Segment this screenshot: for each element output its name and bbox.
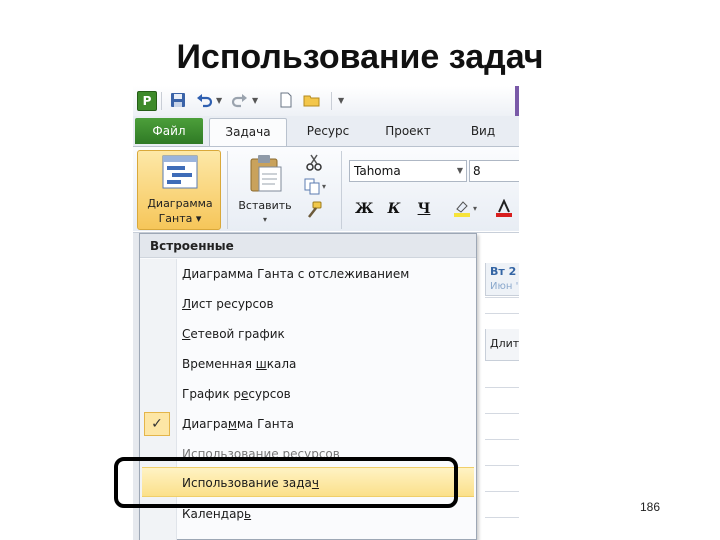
menu-section-header: Встроенные xyxy=(140,234,476,258)
font-color-icon[interactable] xyxy=(495,199,513,217)
grid-line xyxy=(485,297,519,298)
project-app-icon[interactable]: P xyxy=(137,91,157,111)
highlight-color-icon[interactable] xyxy=(453,199,471,217)
font-name-field[interactable]: Tahoma xyxy=(349,160,467,182)
open-folder-icon[interactable] xyxy=(303,91,321,109)
window-accent xyxy=(515,86,519,118)
menu-item-resource-sheet[interactable]: Лист ресурсов xyxy=(140,289,476,319)
gantt-chart-button[interactable]: Диаграмма Ганта ▾ xyxy=(137,150,221,230)
undo-icon[interactable] xyxy=(195,91,213,109)
highlight-frame xyxy=(114,457,458,508)
format-painter-icon[interactable] xyxy=(305,201,323,219)
grid-line xyxy=(485,517,519,518)
undo-dropdown-icon[interactable]: ▼ xyxy=(216,96,222,105)
tab-resource[interactable]: Ресурс xyxy=(293,118,363,145)
paste-icon[interactable] xyxy=(245,153,285,193)
bold-button[interactable]: Ж xyxy=(355,199,373,219)
paste-label[interactable]: Вставить xyxy=(229,199,301,212)
timescale: Вт 2 Июн ' xyxy=(485,263,519,296)
menu-item-resource-graph[interactable]: График ресурсов xyxy=(140,379,476,409)
font-name-dropdown-icon[interactable]: ▼ xyxy=(453,160,467,182)
ribbon-group-divider xyxy=(227,151,228,229)
menu-item-tracking-gantt[interactable]: Диаграмма Ганта с отслеживанием xyxy=(140,259,476,289)
italic-button[interactable]: К xyxy=(385,199,403,219)
duration-column-header[interactable]: Длит xyxy=(485,329,519,361)
redo-icon[interactable] xyxy=(231,91,249,109)
new-document-icon[interactable] xyxy=(277,91,295,109)
cut-icon[interactable] xyxy=(305,153,323,171)
underline-button[interactable]: Ч xyxy=(415,199,433,219)
tab-task[interactable]: Задача xyxy=(209,118,287,146)
redo-dropdown-icon[interactable]: ▼ xyxy=(252,96,258,105)
ribbon: Диаграмма Ганта ▾ Вставить ▾ ▾ Tahoma ▼ … xyxy=(133,147,519,231)
save-icon[interactable] xyxy=(169,91,187,109)
grid-line xyxy=(485,313,519,314)
toolbar-divider xyxy=(161,92,162,110)
grid-line xyxy=(485,387,519,388)
toolbar-divider xyxy=(331,92,332,110)
slide-title: Использование задач xyxy=(176,38,544,76)
menu-item-gantt-chart[interactable]: ✓ Диаграмма Ганта xyxy=(140,409,476,439)
ribbon-group-divider xyxy=(341,151,342,229)
grid-line xyxy=(485,439,519,440)
grid-line xyxy=(485,491,519,492)
highlight-dropdown-icon[interactable]: ▾ xyxy=(473,204,477,213)
ribbon-tabs: Файл Задача Ресурс Проект Вид xyxy=(133,116,519,147)
timescale-month: Июн ' xyxy=(490,281,519,292)
font-size-field[interactable]: 8 xyxy=(469,160,519,182)
timescale-day: Вт 2 xyxy=(490,265,517,278)
copy-icon[interactable] xyxy=(303,177,321,195)
gantt-label-line1: Диаграмма xyxy=(147,197,213,210)
grid-line xyxy=(485,465,519,466)
page-number: 186 xyxy=(640,500,661,514)
gantt-chart-icon xyxy=(162,155,198,189)
customize-toolbar-icon[interactable]: ▼ xyxy=(338,96,344,105)
tab-view[interactable]: Вид xyxy=(453,118,513,145)
grid-line xyxy=(485,413,519,414)
gantt-label-line2: Ганта ▾ xyxy=(158,212,202,225)
checkmark-icon: ✓ xyxy=(144,412,170,436)
menu-item-timeline[interactable]: Временная шкала xyxy=(140,349,476,379)
tab-project[interactable]: Проект xyxy=(373,118,443,145)
tab-file[interactable]: Файл xyxy=(135,118,203,144)
menu-item-network-diagram[interactable]: Сетевой график xyxy=(140,319,476,349)
copy-dropdown-icon[interactable]: ▾ xyxy=(322,182,326,191)
quick-access-toolbar: P ▼ ▼ ▼ xyxy=(133,86,519,118)
paste-dropdown-icon[interactable]: ▾ xyxy=(229,215,301,224)
